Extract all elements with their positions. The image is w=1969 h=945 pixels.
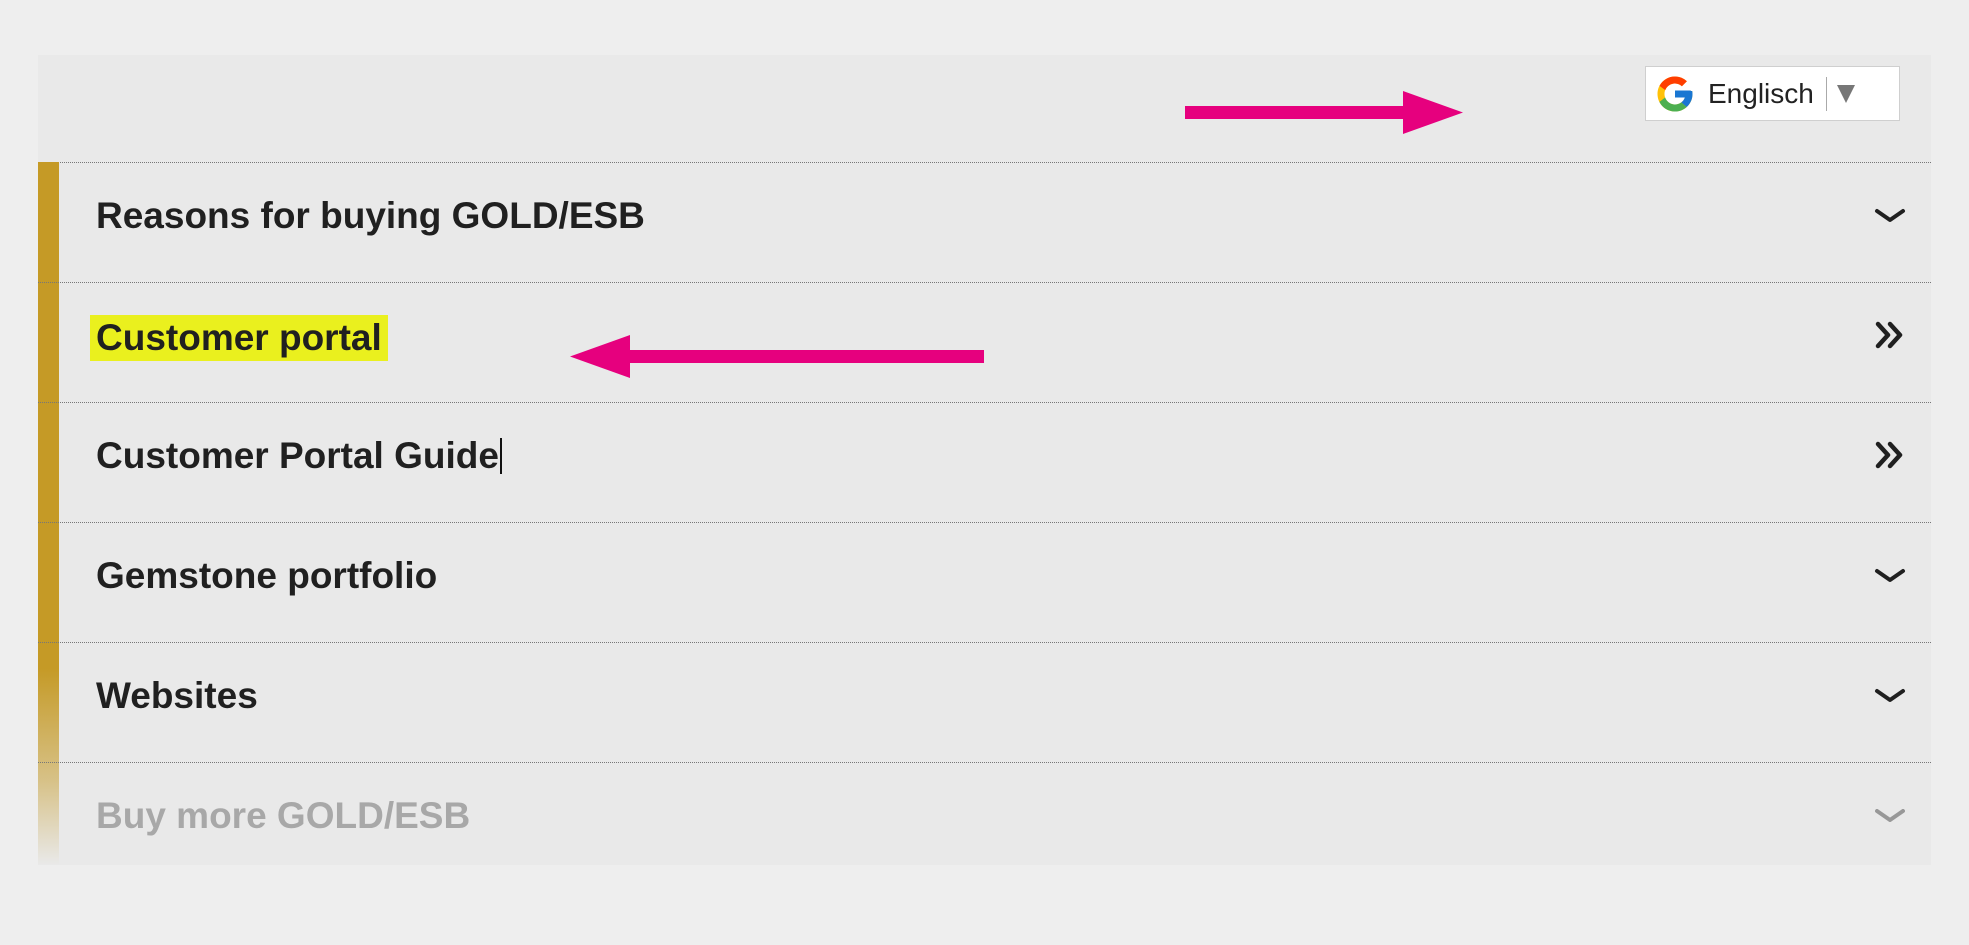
chevron-down-icon[interactable] — [1870, 795, 1910, 835]
menu-list: Reasons for buying GOLD/ESB Customer por… — [38, 163, 1931, 882]
chevron-down-icon[interactable] — [1870, 675, 1910, 715]
language-label: Englisch — [1708, 77, 1814, 109]
language-separator — [1825, 76, 1827, 111]
menu-item-gemstone-portfolio[interactable]: Gemstone portfolio — [38, 523, 1931, 643]
chevron-down-icon[interactable] — [1870, 195, 1910, 235]
menu-item-label: Reasons for buying GOLD/ESB — [96, 195, 645, 236]
double-chevron-right-icon[interactable] — [1870, 315, 1910, 355]
menu-item-label: Buy more GOLD/ESB — [96, 795, 471, 836]
menu-item-label-wrapper: Customer Portal Guide — [96, 435, 502, 477]
menu-item-buy-more[interactable]: Buy more GOLD/ESB — [38, 763, 1931, 882]
language-selector[interactable]: Englisch — [1645, 66, 1900, 121]
google-g-icon — [1657, 76, 1693, 111]
menu-item-websites[interactable]: Websites — [38, 643, 1931, 763]
navigation-panel: Englisch Reasons for buying GOLD/ESB Cus… — [38, 55, 1931, 865]
text-cursor — [499, 438, 502, 474]
annotation-arrow-left-icon — [570, 335, 984, 378]
double-chevron-right-icon[interactable] — [1870, 435, 1910, 475]
menu-item-label: Customer portal — [90, 315, 388, 361]
top-bar: Englisch — [38, 55, 1931, 163]
menu-item-customer-portal-guide[interactable]: Customer Portal Guide — [38, 403, 1931, 523]
menu-item-label: Websites — [96, 675, 258, 716]
chevron-down-icon[interactable] — [1870, 555, 1910, 595]
menu-item-label: Customer Portal Guide — [96, 435, 499, 476]
menu-item-reasons[interactable]: Reasons for buying GOLD/ESB — [38, 163, 1931, 283]
dropdown-arrow-icon[interactable] — [1836, 84, 1855, 103]
menu-item-label: Gemstone portfolio — [96, 555, 438, 596]
annotation-arrow-right-icon — [1185, 91, 1463, 134]
